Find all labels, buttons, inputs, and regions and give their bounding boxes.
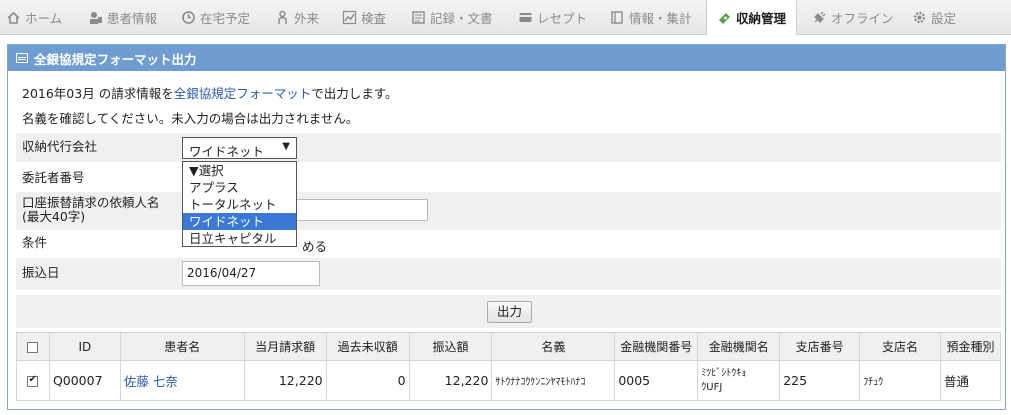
agency-option[interactable]: 日立キャピタル [183,230,296,247]
table-row: Q00007 佐藤 七奈 12,220 0 12,220 ｻﾄｳﾅﾅｺｳｹﾝﾆﾝ… [16,360,1002,401]
gear-icon [912,10,927,25]
window-icon [16,53,28,63]
header-branch-number: 支店番号 [779,332,861,361]
cell-transfer-amount: 12,220 [408,360,493,401]
nav-info-stats[interactable]: 情報・集計 [610,0,692,35]
nav-receipt-label: レセプト [537,11,588,26]
nav-exam[interactable]: 検査 [342,0,386,35]
row-checkbox[interactable] [27,374,39,387]
agency-option[interactable]: ▼選択 [183,162,296,179]
nav-payment-management[interactable]: 収納管理 [706,0,798,35]
nav-info-stats-label: 情報・集計 [629,11,692,26]
nav-home[interactable]: ホーム [6,0,62,35]
output-button[interactable]: 出力 [487,301,532,323]
header-id: ID [48,332,121,361]
zengin-format-panel: 全銀協規定フォーマット出力 2016年03月 の請求情報を全銀協規定フォーマット… [7,44,1006,410]
intro-prefix: 2016年03月 の請求情報を [22,86,174,101]
condition-row: 条件 める [16,230,1001,258]
transfer-date-input[interactable]: 2016/04/27 [182,261,320,286]
nav-offline[interactable]: オフライン [812,0,894,35]
agency-select[interactable]: ワイドネット ▼ [182,137,297,159]
bank-name-line1: ﾐﾂﾋﾞｼﾄｳｷｮ [701,367,747,379]
cell-bank-number: 0005 [614,360,699,401]
header-bank-name: 金融機関名 [697,332,781,361]
cell-account-holder: ｻﾄｳﾅﾅｺｳｹﾝﾆﾝﾔﾏﾓﾄﾊﾅｺ [491,360,616,401]
header-patient: 患者名 [119,332,245,361]
consignor-label: 委託者番号 [22,170,85,185]
home-icon [6,10,21,25]
user-icon [88,10,103,25]
requester-label: 口座振替請求の依頼人名 (最大40字) [22,196,160,224]
cell-bank-name: ﾐﾂﾋﾞｼﾄｳｷｮ ｳUFJ [697,360,781,401]
intro-text: 2016年03月 の請求情報を全銀協規定フォーマットで出力します。 [22,83,397,102]
requester-label-line2: (最大40字) [22,209,86,224]
nav-exam-label: 検査 [361,11,387,26]
nav-offline-label: オフライン [831,11,894,26]
table-header-row: ID 患者名 当月請求額 過去未収額 振込額 名義 金融機関番号 金融機関名 支… [16,332,1002,361]
cell-branch-name: ﾌﾁｭｳ [859,360,941,401]
header-current-billing: 当月請求額 [243,332,327,361]
nav-outpatient-label: 外来 [294,11,320,26]
nav-settings-label: 設定 [931,11,957,26]
money-icon [717,10,732,25]
requester-row: 口座振替請求の依頼人名 (最大40字) [16,192,1001,230]
nav-home-care[interactable]: 在宅予定 [181,0,250,35]
header-bank-number: 金融機関番号 [614,332,699,361]
consignor-row: 委託者番号 [16,162,1001,192]
header-transfer-amount: 振込額 [408,332,493,361]
chart-icon [342,10,357,25]
nav-home-label: ホーム [25,11,63,26]
nav-settings[interactable]: 設定 [912,0,956,35]
person-icon [275,10,290,25]
nav-home-care-label: 在宅予定 [200,11,251,26]
nav-payment-management-label: 収納管理 [736,11,787,26]
condition-text: める [302,239,328,254]
cell-account-type: 普通 [939,360,1002,401]
book-icon [610,10,625,25]
agency-option[interactable]: トータルネット [183,196,296,213]
date-label: 振込日 [22,265,60,280]
top-navigation: ホーム 患者情報 在宅予定 外来 検査 記録・文書 レセプト 情報・集計 収納管… [0,0,1011,35]
row-select-cell [16,360,50,401]
select-all-cell [16,332,50,361]
requester-label-line1: 口座振替請求の依頼人名 [22,195,160,210]
agency-label: 収納代行会社 [22,139,98,154]
date-row: 振込日 [16,258,1001,290]
nav-receipt[interactable]: レセプト [518,0,587,35]
nav-records-label: 記録・文書 [430,11,493,26]
clock-icon [181,10,196,25]
billing-table: ID 患者名 当月請求額 過去未収額 振込額 名義 金融機関番号 金融機関名 支… [16,332,1002,401]
cell-current-billing: 12,220 [243,360,327,401]
agency-dropdown-list: ▼選択 アプラス トータルネット ワイドネット 日立キャピタル [182,161,297,247]
patient-link[interactable]: 佐藤 七奈 [124,374,178,389]
agency-option[interactable]: アプラス [183,179,296,196]
header-branch-name: 支店名 [859,332,941,361]
cell-branch-number: 225 [779,360,861,401]
note-text: 名義を確認してください。未入力の場合は出力されません。 [22,111,359,126]
nav-records[interactable]: 記録・文書 [411,0,493,35]
bank-name-line2: ｳUFJ [701,381,723,393]
select-all-checkbox[interactable] [27,341,39,353]
condition-label: 条件 [22,235,48,250]
dropdown-arrow-icon: ▼ [282,141,290,152]
intro-suffix: で出力します。 [311,86,398,101]
zengin-format-link[interactable]: 全銀協規定フォーマット [174,86,312,101]
panel-title: 全銀協規定フォーマット出力 [34,51,197,67]
header-past-unpaid: 過去未収額 [325,332,410,361]
cell-past-unpaid: 0 [325,360,410,401]
cell-patient: 佐藤 七奈 [119,360,245,401]
card-icon [518,10,533,25]
nav-outpatient[interactable]: 外来 [275,0,319,35]
plug-icon [812,10,827,25]
agency-option-selected[interactable]: ワイドネット [183,213,296,230]
agency-row: 収納代行会社 [16,133,1001,162]
header-account-type: 預金種別 [939,332,1002,361]
nav-patient-info[interactable]: 患者情報 [88,0,157,35]
cell-id: Q00007 [48,360,121,401]
header-account-holder: 名義 [491,332,616,361]
panel-header: 全銀協規定フォーマット出力 [8,45,1005,71]
agency-select-value: ワイドネット [189,144,265,159]
document-icon [411,10,426,25]
nav-patient-info-label: 患者情報 [107,11,158,26]
